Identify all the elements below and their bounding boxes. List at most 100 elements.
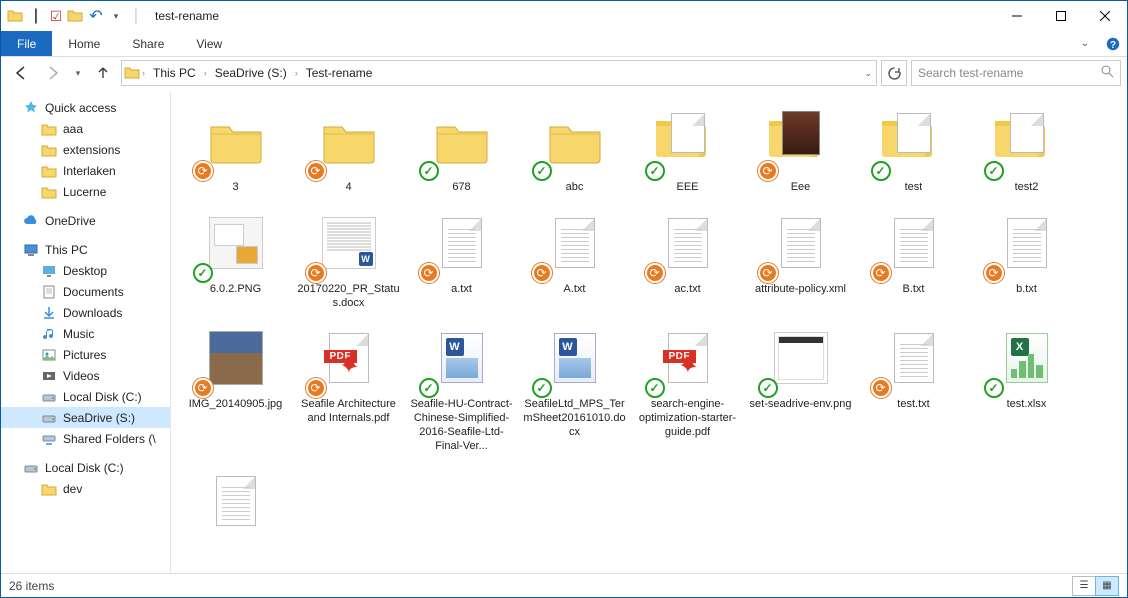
address-bar[interactable]: › This PC › SeaDrive (S:) › Test-rename … — [121, 60, 877, 86]
sync-badge-green: ✓ — [419, 161, 439, 181]
file-item[interactable]: PDF⟳Seafile Architecture and Internals.p… — [292, 318, 405, 457]
file-item[interactable]: ✓test — [857, 101, 970, 199]
status-bar: 26 items ☰ ▦ — [1, 573, 1127, 597]
sidebar-item[interactable]: SeaDrive (S:) — [1, 407, 170, 428]
file-thumbnail: ⟳ — [536, 207, 614, 279]
file-item[interactable]: ⟳IMG_20140905.jpg — [179, 318, 292, 457]
tab-home[interactable]: Home — [52, 31, 116, 56]
file-item[interactable]: ✓ abc — [518, 101, 631, 199]
file-item[interactable]: ⟳4 — [292, 101, 405, 199]
file-item[interactable]: W✓SeafileLtd_MPS_TermSheet20161010.docx — [518, 318, 631, 457]
checkbox-properties-icon[interactable]: ☑ — [47, 7, 65, 25]
sidebar[interactable]: Quick accessaaaextensionsInterlakenLucer… — [1, 91, 171, 573]
folder-icon — [7, 7, 25, 25]
tab-view[interactable]: View — [180, 31, 238, 56]
cloud-icon — [23, 213, 39, 229]
nav-forward-button[interactable] — [39, 59, 67, 87]
pic-icon — [41, 347, 57, 363]
sync-badge-green: ✓ — [645, 378, 665, 398]
nav-history-dropdown[interactable]: ▾ — [71, 59, 85, 87]
file-item[interactable]: ⟳Eee — [744, 101, 857, 199]
file-item[interactable] — [179, 461, 292, 545]
file-thumbnail: PDF✓ — [649, 322, 727, 394]
file-item[interactable]: ⟳3 — [179, 101, 292, 199]
sidebar-item[interactable]: Quick access — [1, 97, 170, 118]
minimize-button[interactable] — [995, 1, 1039, 31]
tab-share[interactable]: Share — [116, 31, 180, 56]
file-thumbnail: ✓ — [197, 207, 275, 279]
file-item[interactable]: ✓678 — [405, 101, 518, 199]
sidebar-item-label: Local Disk (C:) — [63, 390, 142, 404]
file-item[interactable]: W⟳20170220_PR_Status.docx — [292, 203, 405, 315]
refresh-button[interactable] — [881, 60, 907, 86]
close-button[interactable] — [1083, 1, 1127, 31]
sidebar-item[interactable]: Documents — [1, 281, 170, 302]
sidebar-item[interactable]: aaa — [1, 118, 170, 139]
sidebar-item[interactable]: Videos — [1, 365, 170, 386]
sidebar-item[interactable]: Downloads — [1, 302, 170, 323]
file-item[interactable]: ⟳A.txt — [518, 203, 631, 315]
address-history-dropdown[interactable]: ⌄ — [864, 68, 872, 79]
maximize-button[interactable] — [1039, 1, 1083, 31]
file-thumbnail: X✓ — [988, 322, 1066, 394]
file-pane[interactable]: ⟳3⟳4✓678✓abc✓EEE⟳Eee✓test✓test2✓6.0.2.PN… — [171, 91, 1127, 573]
nav-up-button[interactable] — [89, 59, 117, 87]
file-tab[interactable]: File — [1, 31, 52, 56]
file-label: 4 — [345, 181, 351, 195]
file-thumbnail: ⟳ — [310, 105, 388, 177]
file-item[interactable]: X✓test.xlsx — [970, 318, 1083, 457]
file-label: set-seadrive-env.png — [750, 398, 852, 412]
breadcrumb[interactable]: This PC — [147, 61, 202, 85]
sidebar-item[interactable]: Music — [1, 323, 170, 344]
sidebar-item[interactable]: Desktop — [1, 260, 170, 281]
ribbon: File Home Share View ⌄ ? — [1, 31, 1127, 57]
file-label: attribute-policy.xml — [755, 283, 846, 297]
large-icons-view-button[interactable]: ▦ — [1095, 576, 1119, 596]
folder-icon — [41, 481, 57, 497]
file-item[interactable]: ⟳B.txt — [857, 203, 970, 315]
file-label: 6.0.2.PNG — [210, 283, 261, 297]
file-item[interactable]: W✓Seafile-HU-Contract-Chinese-Simplified… — [405, 318, 518, 457]
file-item[interactable]: ✓test2 — [970, 101, 1083, 199]
undo-icon[interactable]: ↶ — [87, 7, 105, 25]
file-thumbnail: W✓ — [536, 322, 614, 394]
file-item[interactable]: ✓ 6.0.2.PNG — [179, 203, 292, 315]
sidebar-item[interactable]: Interlaken — [1, 160, 170, 181]
sidebar-item[interactable]: extensions — [1, 139, 170, 160]
file-item[interactable]: ⟳a.txt — [405, 203, 518, 315]
sync-badge-green: ✓ — [532, 161, 552, 181]
sync-badge-green: ✓ — [532, 378, 552, 398]
help-icon[interactable]: ? — [1099, 31, 1127, 56]
sidebar-item[interactable]: Local Disk (C:) — [1, 386, 170, 407]
file-item[interactable]: ⟳test.txt — [857, 318, 970, 457]
sidebar-item[interactable]: Shared Folders (\ — [1, 428, 170, 449]
sync-badge-orange: ⟳ — [306, 161, 326, 181]
nav-back-button[interactable] — [7, 59, 35, 87]
sidebar-item[interactable]: Lucerne — [1, 181, 170, 202]
breadcrumb[interactable]: Test-rename — [300, 61, 379, 85]
file-item[interactable]: PDF✓search-engine-optimization-starter-g… — [631, 318, 744, 457]
file-item[interactable]: ⟳attribute-policy.xml — [744, 203, 857, 315]
file-thumbnail: W⟳ — [310, 207, 388, 279]
file-label: abc — [566, 181, 584, 195]
sync-badge-green: ✓ — [984, 378, 1004, 398]
qat-dropdown-icon[interactable]: ▾ — [107, 7, 125, 25]
breadcrumb[interactable]: SeaDrive (S:) — [209, 61, 293, 85]
expand-ribbon-icon[interactable]: ⌄ — [1071, 31, 1099, 56]
search-input[interactable]: Search test-rename — [911, 60, 1121, 86]
file-label: b.txt — [1016, 283, 1037, 297]
sidebar-item[interactable]: OneDrive — [1, 210, 170, 231]
file-thumbnail: ⟳ — [762, 105, 840, 177]
sidebar-item[interactable]: dev — [1, 478, 170, 499]
sidebar-item[interactable]: Local Disk (C:) — [1, 457, 170, 478]
file-item[interactable]: ✓EEE — [631, 101, 744, 199]
details-view-button[interactable]: ☰ — [1072, 576, 1096, 596]
sidebar-item[interactable]: This PC — [1, 239, 170, 260]
sync-badge-orange: ⟳ — [306, 378, 326, 398]
file-item[interactable]: ⟳ b.txt — [970, 203, 1083, 315]
file-item[interactable]: ✓set-seadrive-env.png — [744, 318, 857, 457]
status-item-count: 26 items — [9, 579, 54, 593]
sidebar-item[interactable]: Pictures — [1, 344, 170, 365]
sync-badge-orange: ⟳ — [984, 263, 1004, 283]
file-item[interactable]: ⟳ac.txt — [631, 203, 744, 315]
